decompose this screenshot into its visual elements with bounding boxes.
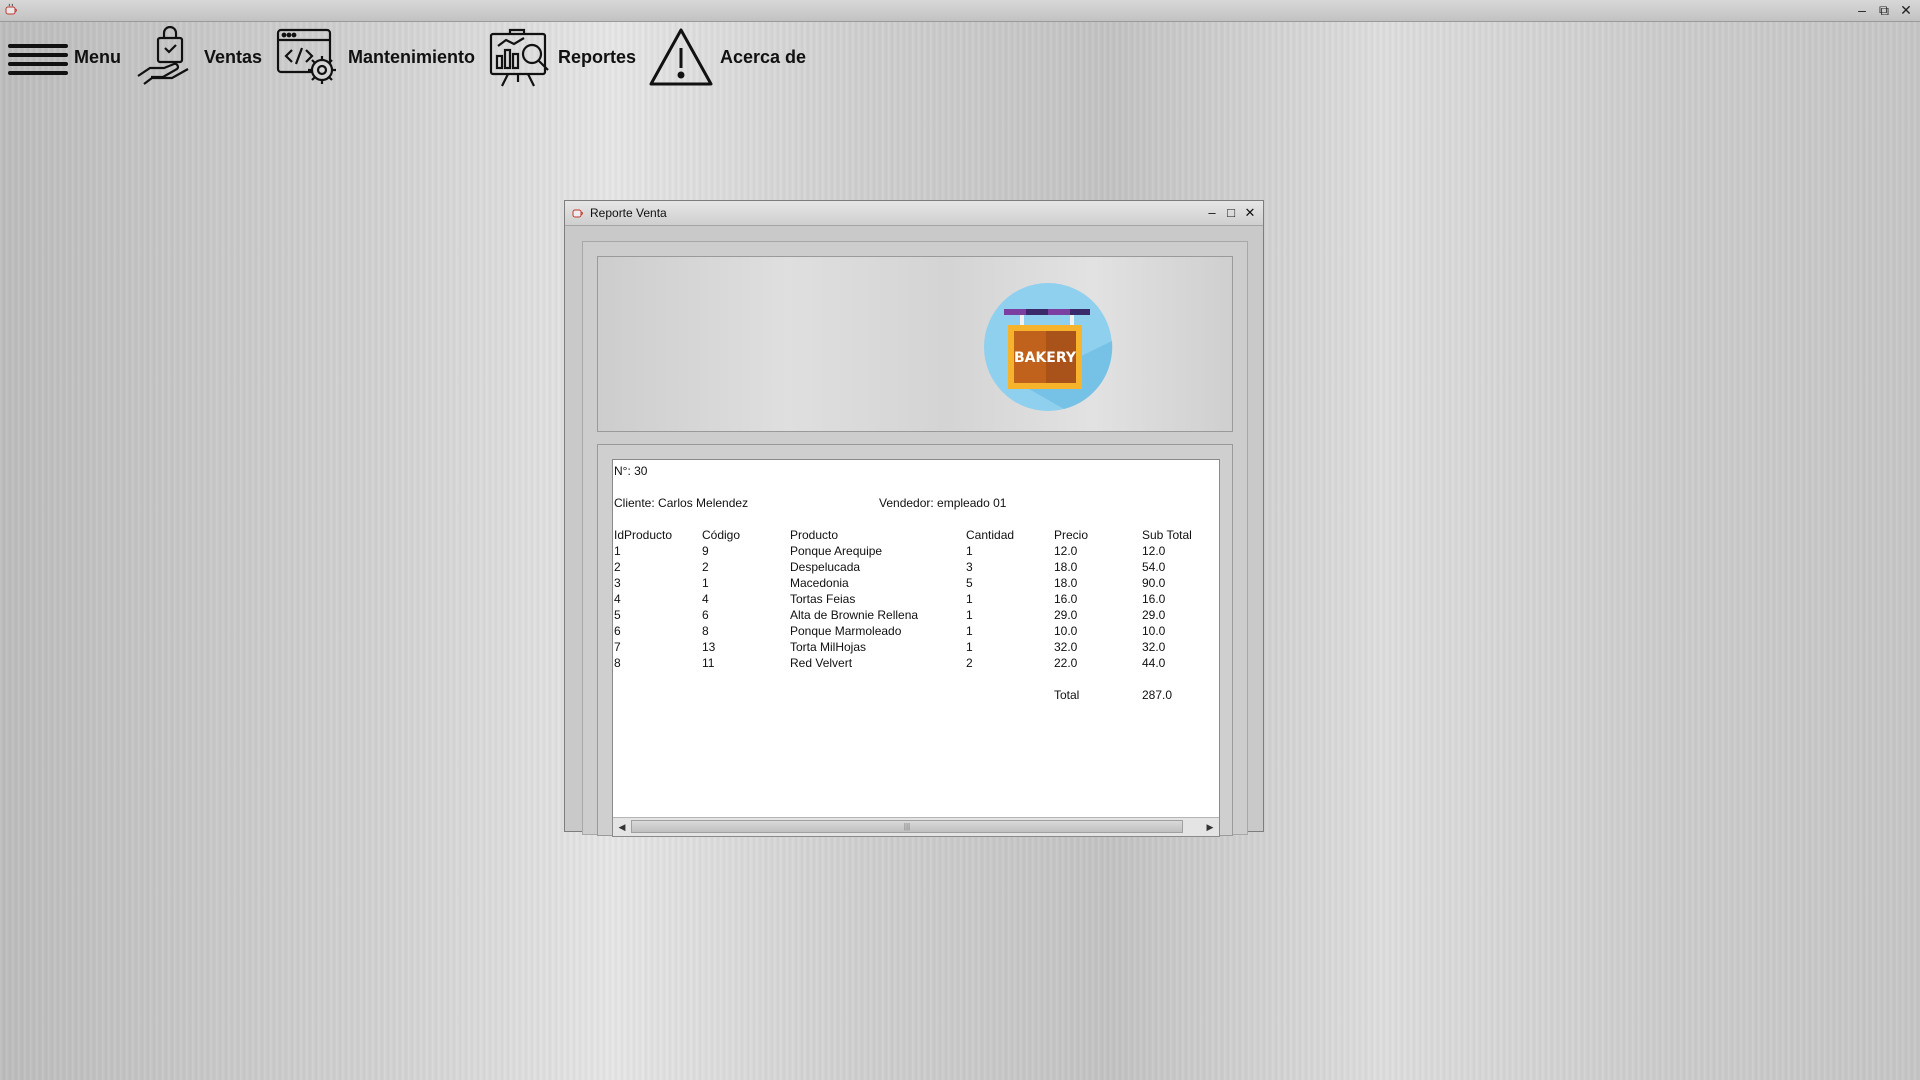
table-cell: 4 <box>614 592 621 606</box>
table-cell: 3 <box>966 560 973 574</box>
table-cell: 2 <box>614 560 621 574</box>
report-seller: Vendedor: empleado 01 <box>879 496 1007 510</box>
table-cell: 1 <box>614 544 621 558</box>
table-cell: 16.0 <box>1142 592 1166 606</box>
table-cell: 32.0 <box>1054 640 1078 654</box>
menu-mantenimiento[interactable]: Mantenimiento <box>276 26 475 88</box>
scroll-left-arrow-icon[interactable]: ◀ <box>613 818 631 836</box>
table-cell: 16.0 <box>1054 592 1078 606</box>
table-cell: Ponque Marmoleado <box>790 624 902 638</box>
table-cell: Red Velvert <box>790 656 853 670</box>
menu-reportes[interactable]: Reportes <box>488 26 636 88</box>
menu-reportes-label: Reportes <box>558 46 637 67</box>
table-cell: Alta de Brownie Rellena <box>790 608 919 622</box>
menu-ventas[interactable]: Ventas <box>136 26 262 88</box>
menu-ventas-label: Ventas <box>204 46 263 67</box>
app-title-bar: – ⧉ ✕ <box>0 0 1920 22</box>
minimize-button[interactable]: – <box>1852 1 1872 19</box>
table-cell: 1 <box>966 624 973 638</box>
table-cell: 90.0 <box>1142 576 1166 590</box>
table-cell: 9 <box>702 544 709 558</box>
menu-mantenimiento-label: Mantenimiento <box>348 46 476 67</box>
reporte-venta-window: Reporte Venta – □ ✕ BAKERY N°: 30 Client… <box>564 200 1264 837</box>
column-header: Producto <box>790 528 839 542</box>
report-analytics-icon <box>488 26 552 88</box>
table-cell: 1 <box>966 544 973 558</box>
logo-text: BAKERY <box>1014 350 1077 366</box>
table-cell: 5 <box>966 576 973 590</box>
restore-button[interactable]: ⧉ <box>1874 1 1894 19</box>
menu-bar: Menu Ventas Mantenimiento Reportes Acerc… <box>0 22 1920 92</box>
table-cell: 13 <box>702 640 716 654</box>
table-cell: 6 <box>702 608 709 622</box>
window-title: Reporte Venta <box>590 206 667 220</box>
content-frame: BAKERY N°: 30 Cliente: Carlos Melendez V… <box>582 241 1248 837</box>
table-cell: Ponque Arequipe <box>790 544 883 558</box>
hamburger-icon <box>6 33 70 81</box>
column-header: Sub Total <box>1142 528 1192 542</box>
table-cell: 8 <box>614 656 621 670</box>
total-label: Total <box>1054 688 1080 702</box>
table-cell: 32.0 <box>1142 640 1166 654</box>
header-panel: BAKERY <box>597 256 1233 432</box>
column-header: Precio <box>1054 528 1089 542</box>
menu-acerca-de-label: Acerca de <box>720 46 807 67</box>
total-value: 287.0 <box>1142 688 1173 702</box>
column-header: Cantidad <box>966 528 1015 542</box>
report-client: Cliente: Carlos Melendez <box>614 496 749 510</box>
table-cell: 1 <box>966 608 973 622</box>
horizontal-scrollbar[interactable]: ◀ ||| ▶ <box>613 817 1219 836</box>
table-cell: 10.0 <box>1142 624 1166 638</box>
close-button[interactable]: ✕ <box>1896 1 1916 19</box>
menu-menu[interactable]: Menu <box>6 26 121 88</box>
window-minimize-button[interactable]: – <box>1202 203 1222 222</box>
report-panel: N°: 30 Cliente: Carlos Melendez Vendedor… <box>597 444 1233 837</box>
report-text-area[interactable]: N°: 30 Cliente: Carlos Melendez Vendedor… <box>612 459 1220 837</box>
bakery-logo: BAKERY <box>984 283 1113 411</box>
java-cup-icon <box>5 3 17 15</box>
menu-acerca-de[interactable]: Acerca de <box>648 26 806 88</box>
table-cell: Despelucada <box>790 560 861 574</box>
table-cell: 18.0 <box>1054 576 1078 590</box>
java-cup-icon <box>572 209 583 218</box>
column-header: Código <box>702 528 741 542</box>
scrollbar-thumb[interactable]: ||| <box>631 820 1183 833</box>
warning-icon <box>648 26 714 88</box>
shopping-hand-icon <box>136 26 198 88</box>
scroll-right-arrow-icon[interactable]: ▶ <box>1201 818 1219 836</box>
menu-menu-label: Menu <box>74 46 121 67</box>
table-cell: 4 <box>702 592 709 606</box>
column-header: IdProducto <box>614 528 673 542</box>
code-settings-icon <box>276 26 342 88</box>
table-cell: 7 <box>614 640 621 654</box>
table-cell: 8 <box>702 624 709 638</box>
table-cell: 11 <box>702 656 715 670</box>
table-cell: 2 <box>702 560 709 574</box>
table-cell: Torta MilHojas <box>790 640 867 654</box>
table-cell: 44.0 <box>1142 656 1166 670</box>
table-cell: 22.0 <box>1054 656 1078 670</box>
table-cell: Tortas Feias <box>790 592 856 606</box>
table-cell: 5 <box>614 608 621 622</box>
table-cell: 29.0 <box>1142 608 1166 622</box>
table-cell: 3 <box>614 576 621 590</box>
report-number: N°: 30 <box>614 464 648 478</box>
window-maximize-button[interactable]: □ <box>1221 203 1241 222</box>
table-cell: 1 <box>966 592 973 606</box>
window-close-button[interactable]: ✕ <box>1240 203 1260 222</box>
table-cell: 10.0 <box>1054 624 1078 638</box>
table-cell: 29.0 <box>1054 608 1078 622</box>
table-cell: 12.0 <box>1054 544 1078 558</box>
table-cell: Macedonia <box>790 576 849 590</box>
table-cell: 12.0 <box>1142 544 1166 558</box>
table-cell: 2 <box>966 656 973 670</box>
table-cell: 54.0 <box>1142 560 1166 574</box>
table-cell: 6 <box>614 624 621 638</box>
table-cell: 18.0 <box>1054 560 1078 574</box>
table-cell: 1 <box>702 576 709 590</box>
table-cell: 1 <box>966 640 973 654</box>
window-title-bar[interactable]: Reporte Venta – □ ✕ <box>565 201 1263 226</box>
